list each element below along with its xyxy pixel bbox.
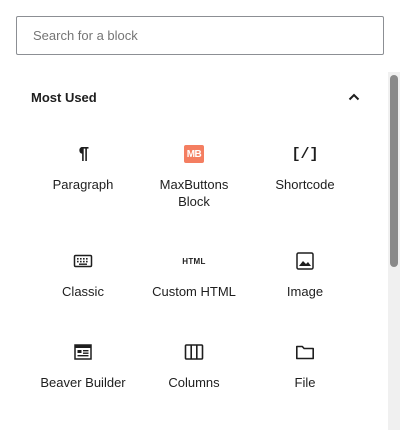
block-label: Image <box>286 284 324 299</box>
image-icon <box>293 249 317 273</box>
block-paragraph[interactable]: Paragraph <box>28 128 138 220</box>
block-label: Custom HTML <box>152 284 236 299</box>
scrollbar-thumb[interactable] <box>390 75 398 267</box>
block-label: Shortcode <box>275 177 335 192</box>
shortcode-glyph: [/] <box>291 145 319 163</box>
block-custom-html[interactable]: HTML Custom HTML <box>139 235 249 327</box>
block-maxbuttons[interactable]: MB MaxButtons Block <box>139 128 249 220</box>
maxbuttons-icon: MB <box>182 142 206 166</box>
shortcode-icon: [/] <box>291 142 319 166</box>
section-header[interactable]: Most Used <box>31 88 361 106</box>
block-label: Paragraph <box>52 177 114 192</box>
paragraph-icon <box>71 142 95 166</box>
maxbuttons-badge: MB <box>184 145 204 163</box>
block-inserter-panel: Most Used Paragraph MB MaxButtons Block … <box>0 72 388 430</box>
block-label: Columns <box>168 375 220 390</box>
block-columns[interactable]: Columns <box>139 326 249 418</box>
chevron-up-icon[interactable] <box>347 90 361 104</box>
search-box <box>16 16 384 55</box>
keyboard-icon <box>71 249 95 273</box>
block-beaver-builder[interactable]: Beaver Builder <box>28 326 138 418</box>
beaver-builder-icon <box>71 340 95 364</box>
block-label: MaxButtons Block <box>159 177 229 209</box>
columns-icon <box>182 340 206 364</box>
block-classic[interactable]: Classic <box>28 235 138 327</box>
search-input[interactable] <box>16 16 384 55</box>
folder-icon <box>293 340 317 364</box>
block-shortcode[interactable]: [/] Shortcode <box>250 128 360 220</box>
section-title: Most Used <box>31 89 97 105</box>
block-file[interactable]: File <box>250 326 360 418</box>
block-label: Classic <box>62 284 104 299</box>
block-image[interactable]: Image <box>250 235 360 327</box>
html-glyph: HTML <box>182 256 206 266</box>
block-label: Beaver Builder <box>40 375 126 390</box>
block-label: File <box>294 375 316 390</box>
html-icon: HTML <box>182 249 206 273</box>
